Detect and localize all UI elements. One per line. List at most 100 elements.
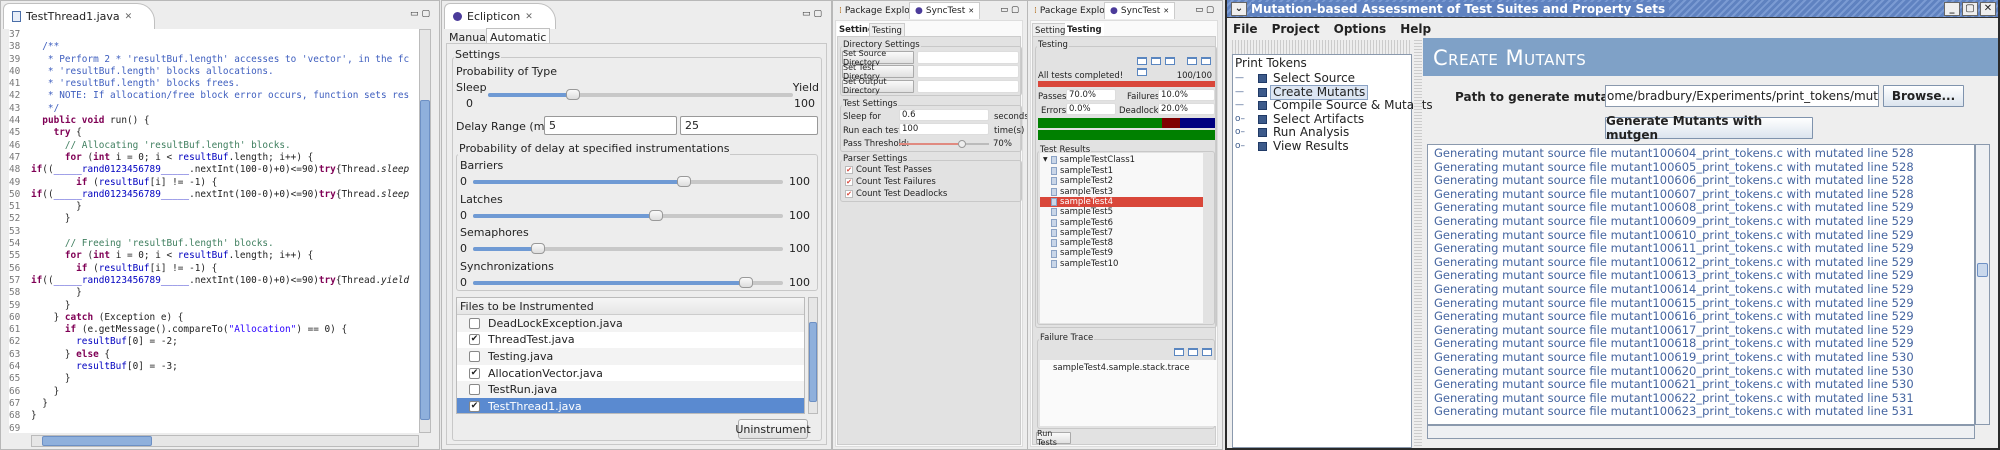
- generate-mutants-button[interactable]: Generate Mutants with mutgen: [1605, 114, 1813, 142]
- checkbox[interactable]: ✔: [845, 190, 853, 198]
- file-row[interactable]: ✔ TestThread1.java: [457, 398, 804, 413]
- files-table-header[interactable]: Files to be Instrumented: [457, 298, 804, 315]
- minimize-maximize-icons[interactable]: ▭ ▢: [1195, 5, 1214, 15]
- tab-synctest[interactable]: ● SyncTest ✕: [1104, 2, 1176, 19]
- slider-knob[interactable]: [648, 209, 663, 221]
- trace-toolbar[interactable]: [1170, 348, 1212, 359]
- window-menu-icon[interactable]: ⌄: [1231, 1, 1247, 16]
- path-input[interactable]: ome/bradbury/Experiments/print_tokens/mu…: [1605, 85, 1879, 107]
- browse-button[interactable]: Browse...: [1883, 85, 1964, 107]
- tree-item[interactable]: o– Select Artifacts: [1235, 112, 1367, 126]
- barriers-slider[interactable]: [473, 176, 783, 187]
- menu-options[interactable]: Options: [1334, 22, 1387, 36]
- run-each-test-input[interactable]: 100: [899, 123, 989, 135]
- failure-trace-box[interactable]: sampleTest4.sample.stack.trace: [1040, 360, 1216, 426]
- directory-field[interactable]: [917, 65, 1019, 79]
- tree-item[interactable]: o– View Results: [1235, 139, 1352, 153]
- slider-knob[interactable]: [531, 243, 546, 254]
- file-row[interactable]: ✔ AllocationVector.java: [457, 364, 804, 382]
- code-area[interactable]: 37 38 /** 39 * Perform 2 * 'resultBuf.leng…: [9, 29, 419, 433]
- log-horizontal-scrollbar[interactable]: [1427, 425, 1975, 439]
- set-output-directory-button[interactable]: Set Output Directory: [842, 77, 914, 95]
- test-item[interactable]: sampleTest8: [1040, 238, 1203, 248]
- minimize-maximize-icons[interactable]: ▭▢: [802, 9, 825, 19]
- slider-knob[interactable]: [738, 276, 753, 288]
- menu-project[interactable]: Project: [1272, 22, 1320, 36]
- minimize-maximize-icons[interactable]: ▭▢: [410, 9, 433, 19]
- checkbox[interactable]: ✔: [845, 178, 853, 186]
- type-probability-slider[interactable]: [488, 89, 793, 100]
- slider-knob[interactable]: [676, 176, 691, 187]
- parser-option[interactable]: ✔ Count Test Passes: [845, 165, 932, 175]
- checkbox[interactable]: [469, 350, 480, 362]
- checkbox[interactable]: ✔: [469, 367, 480, 379]
- file-row[interactable]: TestRun.java: [457, 381, 804, 398]
- tree-item[interactable]: — Select Source: [1235, 72, 1358, 85]
- test-results-tree[interactable]: ▼ sampleTestClass1 sampleTest1 sampleTest2…: [1040, 153, 1203, 323]
- minimize-icon[interactable]: _: [1944, 1, 1960, 16]
- file-row[interactable]: Testing.java: [457, 348, 804, 365]
- test-item[interactable]: sampleTest10: [1040, 259, 1203, 269]
- directory-field[interactable]: [917, 79, 1019, 93]
- window-icon[interactable]: [1188, 348, 1198, 356]
- navigation-tree[interactable]: Print Tokens — Select Source — Create Muta…: [1232, 54, 1433, 448]
- expand-handle-icon[interactable]: o–: [1235, 140, 1255, 153]
- window-icon[interactable]: [1187, 57, 1197, 65]
- window-icon[interactable]: [1201, 57, 1211, 65]
- window-icon[interactable]: [1202, 348, 1212, 356]
- sleep-for-input[interactable]: 0.6: [899, 109, 989, 121]
- expand-handle-icon[interactable]: o–: [1235, 126, 1255, 139]
- split-divider[interactable]: [1414, 40, 1422, 448]
- parser-option[interactable]: ✔ Count Test Deadlocks: [845, 189, 947, 199]
- title-bar[interactable]: ⌄ Mutation-based Assessment of Test Suit…: [1227, 0, 1998, 18]
- file-row[interactable]: DeadLockException.java: [457, 315, 804, 332]
- checkbox[interactable]: [469, 317, 480, 329]
- files-scrollbar[interactable]: [808, 297, 818, 414]
- expand-handle-icon[interactable]: o–: [1235, 113, 1255, 126]
- tree-root[interactable]: ▼ sampleTestClass1: [1040, 155, 1203, 165]
- latches-slider[interactable]: [473, 209, 783, 221]
- test-item[interactable]: sampleTest6: [1040, 218, 1203, 228]
- close-icon[interactable]: ✕: [1163, 7, 1169, 15]
- window-icon[interactable]: [1174, 348, 1184, 356]
- tree-item[interactable]: — Compile Source & Mutants: [1235, 99, 1436, 112]
- checkbox[interactable]: ✔: [469, 400, 480, 412]
- close-icon[interactable]: ✕: [1980, 1, 1996, 16]
- test-item[interactable]: sampleTest2: [1040, 176, 1203, 186]
- test-item[interactable]: sampleTest7: [1040, 228, 1203, 238]
- parser-option[interactable]: ✔ Count Test Failures: [845, 177, 936, 187]
- tab-synctest[interactable]: ● SyncTest ✕: [909, 2, 981, 19]
- tree-item[interactable]: o– Run Analysis: [1235, 126, 1352, 139]
- horizontal-scrollbar[interactable]: [31, 435, 419, 447]
- close-icon[interactable]: ✕: [125, 12, 133, 22]
- window-icon[interactable]: [1137, 68, 1147, 76]
- semaphores-slider[interactable]: [473, 243, 783, 254]
- checkbox[interactable]: ✔: [469, 334, 480, 346]
- test-item[interactable]: sampleTest1: [1040, 166, 1203, 176]
- delay-min-input[interactable]: 5: [544, 116, 677, 135]
- test-item[interactable]: sampleTest3: [1040, 187, 1203, 197]
- checkbox[interactable]: ✔: [845, 166, 853, 174]
- file-row[interactable]: ✔ ThreadTest.java: [457, 331, 804, 349]
- close-icon[interactable]: ✕: [968, 7, 974, 15]
- minimize-maximize-icons[interactable]: ▭ ▢: [1000, 5, 1019, 15]
- maximize-icon[interactable]: ▢: [1962, 1, 1978, 16]
- window-icon[interactable]: [1165, 57, 1175, 65]
- directory-field[interactable]: [917, 51, 1019, 64]
- menu-file[interactable]: File: [1233, 22, 1258, 36]
- tree-root[interactable]: Print Tokens: [1235, 57, 1307, 70]
- vertical-scrollbar[interactable]: [419, 29, 431, 433]
- checkbox[interactable]: [469, 384, 480, 396]
- test-item[interactable]: sampleTest5: [1040, 207, 1203, 217]
- test-item[interactable]: sampleTest9: [1040, 248, 1203, 258]
- uninstrument-button[interactable]: Uninstrument: [735, 419, 811, 439]
- pass-threshold-slider[interactable]: [899, 140, 989, 148]
- log-vertical-scrollbar[interactable]: [1975, 144, 1990, 425]
- eclipticon-tab[interactable]: Eclipticon ✕: [444, 3, 556, 29]
- subtab-testing[interactable]: Testing: [1065, 23, 1104, 37]
- synchronizations-slider[interactable]: [473, 276, 783, 288]
- tree-item[interactable]: — Create Mutants: [1235, 84, 1369, 100]
- test-item[interactable]: sampleTest4: [1040, 196, 1203, 208]
- menu-help[interactable]: Help: [1400, 22, 1431, 36]
- log-output[interactable]: Generating mutant source file mutant1006…: [1427, 144, 1975, 425]
